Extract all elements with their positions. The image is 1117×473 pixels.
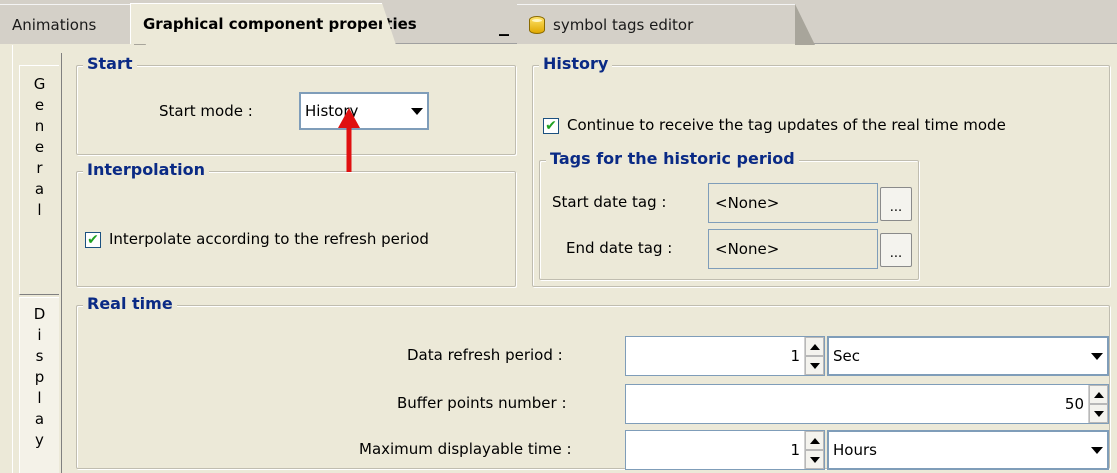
- vtab-display-letter: y: [35, 431, 44, 449]
- end-date-tag-browse-button[interactable]: ...: [880, 233, 912, 267]
- tab-symbol-label: symbol tags editor: [553, 15, 694, 34]
- max-time-label: Maximum displayable time :: [359, 440, 572, 458]
- vtab-display[interactable]: Display: [19, 297, 59, 473]
- vtab-general-letter: G: [33, 75, 46, 93]
- properties-panel: General Display Start Start mode : Histo…: [12, 45, 1117, 473]
- tab-graphical-label: Graphical component properties: [143, 15, 417, 33]
- tab-graphical-component-properties[interactable]: Graphical component properties: [130, 3, 417, 45]
- history-group: History ✔ Continue to receive the tag up…: [532, 54, 1110, 287]
- realtime-legend: Real time: [83, 294, 177, 313]
- continue-checkbox[interactable]: ✔: [543, 118, 559, 134]
- max-time-value: 1: [790, 441, 800, 459]
- continue-label: Continue to receive the tag updates of t…: [567, 116, 1006, 134]
- buffer-points-spinner[interactable]: 50: [625, 384, 1109, 424]
- vtab-display-letter: i: [37, 326, 42, 344]
- start-mode-select[interactable]: History: [299, 92, 429, 130]
- annotation-arrow-icon: [338, 108, 360, 172]
- spinner-buttons[interactable]: [804, 337, 824, 375]
- tab-animations-label: Animations: [12, 15, 97, 34]
- interpolate-label: Interpolate according to the refresh per…: [109, 230, 429, 248]
- buffer-points-label: Buffer points number :: [397, 394, 567, 412]
- tab-animations[interactable]: Animations: [0, 4, 146, 45]
- minimize-icon: _: [499, 12, 509, 36]
- refresh-period-label: Data refresh period :: [407, 346, 563, 364]
- vtab-general-letter: e: [34, 138, 45, 156]
- interpolation-group: Interpolation ✔ Interpolate according to…: [76, 160, 516, 287]
- start-date-tag-value: <None>: [715, 194, 780, 212]
- refresh-unit-value: Sec: [833, 347, 860, 365]
- tab-close-button[interactable]: _: [487, 4, 521, 44]
- vtab-general-letter: a: [34, 180, 45, 198]
- historic-tags-legend: Tags for the historic period: [546, 149, 799, 168]
- history-legend: History: [539, 54, 613, 73]
- chevron-down-icon[interactable]: [1087, 338, 1107, 374]
- chevron-down-icon[interactable]: [1087, 432, 1107, 468]
- chevron-down-icon[interactable]: [407, 94, 427, 128]
- display-content: Start Start mode : History Interpolation…: [61, 53, 1117, 473]
- spin-down-icon[interactable]: [1089, 404, 1108, 423]
- end-date-tag-label: End date tag :: [566, 239, 673, 257]
- refresh-unit-select[interactable]: Sec: [827, 336, 1109, 376]
- max-time-unit-select[interactable]: Hours: [827, 430, 1109, 470]
- refresh-period-spinner[interactable]: 1: [625, 336, 825, 376]
- vtab-display-letter: a: [34, 410, 45, 428]
- start-date-tag-field[interactable]: <None>: [708, 183, 878, 223]
- vtab-general-letter: r: [36, 159, 43, 177]
- max-time-unit-value: Hours: [833, 441, 877, 459]
- ellipsis-icon: ...: [889, 246, 903, 261]
- historic-tags-group: Tags for the historic period Start date …: [539, 149, 919, 280]
- tab-strip: Animations Graphical component propertie…: [0, 0, 1117, 45]
- ellipsis-icon: ...: [889, 200, 903, 215]
- start-legend: Start: [83, 54, 137, 73]
- vtab-display-letter: p: [34, 368, 45, 386]
- vtab-general-letter: l: [37, 201, 42, 219]
- vtab-display-letter: s: [35, 347, 44, 365]
- max-time-spinner[interactable]: 1: [625, 430, 825, 470]
- end-date-tag-field[interactable]: <None>: [708, 229, 878, 269]
- spin-up-icon[interactable]: [805, 431, 824, 450]
- end-date-tag-value: <None>: [715, 240, 780, 258]
- spin-down-icon[interactable]: [805, 356, 824, 375]
- spinner-buttons[interactable]: [804, 431, 824, 469]
- vtab-general[interactable]: General: [19, 65, 59, 295]
- start-date-tag-browse-button[interactable]: ...: [880, 187, 912, 221]
- database-icon: [529, 15, 545, 34]
- spinner-buttons[interactable]: [1088, 385, 1108, 423]
- vtab-general-letter: n: [34, 117, 45, 135]
- interpolate-checkbox[interactable]: ✔: [85, 232, 101, 248]
- refresh-period-value: 1: [790, 347, 800, 365]
- interpolation-legend: Interpolation: [83, 160, 209, 179]
- spin-up-icon[interactable]: [1089, 385, 1108, 404]
- spin-up-icon[interactable]: [805, 337, 824, 356]
- start-mode-label: Start mode :: [159, 102, 253, 120]
- vtab-general-letter: e: [34, 96, 45, 114]
- start-group: Start Start mode : History: [76, 54, 516, 155]
- vtab-display-letter: l: [37, 389, 42, 407]
- vtab-display-letter: D: [33, 305, 46, 323]
- tab-symbol-tags-editor[interactable]: symbol tags editor: [517, 4, 815, 45]
- realtime-group: Real time Data refresh period : 1 Sec Bu…: [76, 294, 1110, 470]
- start-date-tag-label: Start date tag :: [552, 193, 667, 211]
- spin-down-icon[interactable]: [805, 450, 824, 469]
- buffer-points-value: 50: [1064, 395, 1084, 413]
- vertical-tabs: General Display: [13, 45, 61, 473]
